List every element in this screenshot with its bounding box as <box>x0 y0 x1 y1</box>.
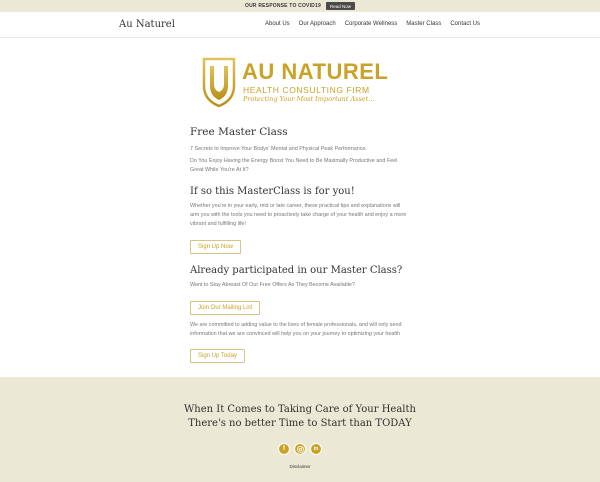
social-links: f in <box>278 443 322 455</box>
nav-about-us[interactable]: About Us <box>265 21 290 27</box>
footer-headline-2: There's no better Time to Start than TOD… <box>188 418 412 429</box>
join-mailing-list-button[interactable]: Join Our Mailing List <box>190 301 261 315</box>
page-title: Free Master Class <box>190 126 288 138</box>
main-nav: About Us Our Approach Corporate Wellness… <box>265 21 480 27</box>
linkedin-icon[interactable]: in <box>310 443 322 455</box>
nav-our-approach[interactable]: Our Approach <box>299 21 336 27</box>
sign-up-now-button[interactable]: Sign Up Now <box>190 240 242 254</box>
nav-master-class[interactable]: Master Class <box>406 21 441 27</box>
nav-contact-us[interactable]: Contact Us <box>450 21 480 27</box>
covid-banner: OUR RESPONSE TO COVID19 Read Now <box>0 0 600 12</box>
intro-line: 7 Secrets to Improve Your Bodys' Mental … <box>190 146 367 152</box>
nav-corporate-wellness[interactable]: Corporate Wellness <box>345 21 398 27</box>
section-heading-masterclass: If so this MasterClass is for you! <box>190 186 355 197</box>
read-now-button[interactable]: Read Now <box>325 2 355 10</box>
sign-up-today-button[interactable]: Sign Up Today <box>190 349 245 363</box>
logo-subtitle: HEALTH CONSULTING FIRM <box>243 85 370 95</box>
section-text-offers: Want to Stay Abreast Of Our Free Offers … <box>190 282 355 288</box>
footer-headline-1: When It Comes to Taking Care of Your Hea… <box>184 404 416 415</box>
covid-banner-text: OUR RESPONSE TO COVID19 <box>245 3 321 9</box>
logo-title: AU NATUREL <box>242 59 389 84</box>
site-header: Au Naturel About Us Our Approach Corpora… <box>0 12 600 38</box>
logo-tagline: Protecting Your Most Important Asset... <box>243 95 375 103</box>
site-brand[interactable]: Au Naturel <box>119 19 175 30</box>
instagram-icon[interactable] <box>294 443 306 455</box>
main-content: Free Master Class 7 Secrets to Improve Y… <box>190 126 410 363</box>
facebook-icon[interactable]: f <box>278 443 290 455</box>
section-heading-participated: Already participated in our Master Class… <box>190 265 403 276</box>
section-text-masterclass: Whether you're in your early, mid or lat… <box>190 203 407 227</box>
disclaimer-link[interactable]: Disclaimer <box>0 464 600 469</box>
intro-question: Do You Enjoy Having the Energy Boost You… <box>190 158 398 173</box>
commitment-text: We are committed to adding value to the … <box>190 322 402 337</box>
